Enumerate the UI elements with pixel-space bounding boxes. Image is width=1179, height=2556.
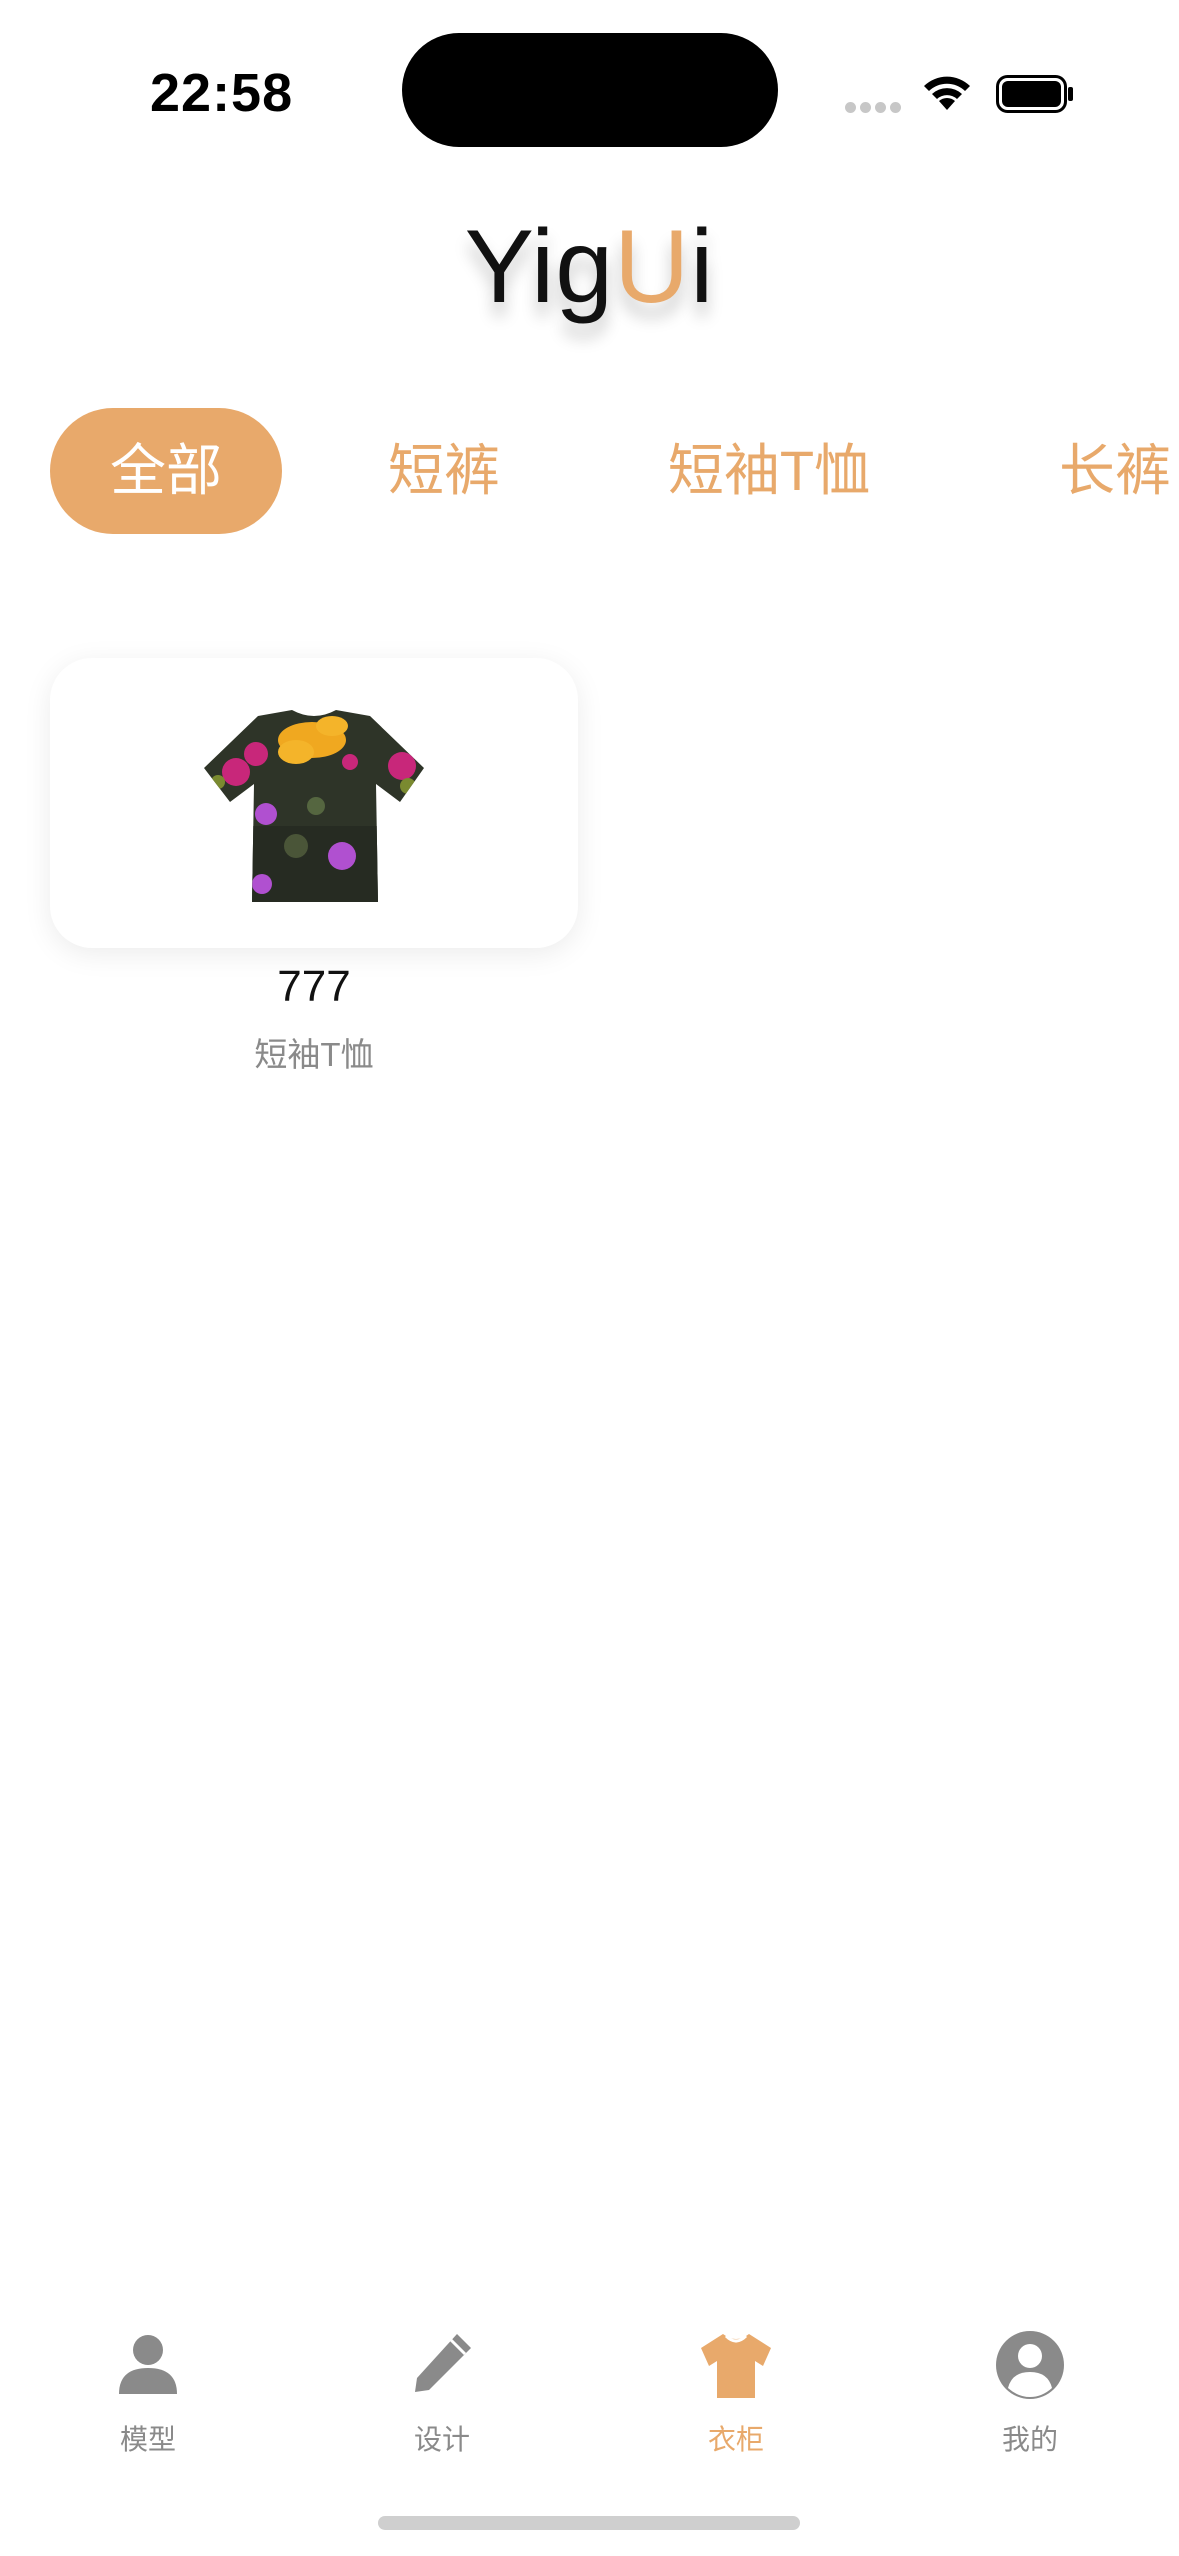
tab-wardrobe[interactable]: 衣柜 <box>636 2310 836 2480</box>
tab-design-label: 设计 <box>413 2424 470 2455</box>
wifi-icon <box>924 76 970 110</box>
profile-circle-icon <box>996 2331 1064 2399</box>
bottom-tab-bar: 模型 设计 衣柜 我的 <box>0 2310 1179 2480</box>
app-title: YigUi <box>0 208 1179 327</box>
category-tab-all[interactable]: 全部 <box>50 408 282 534</box>
tab-wardrobe-label: 衣柜 <box>707 2424 764 2455</box>
category-tab-trousers[interactable]: 长裤 <box>1020 408 1179 534</box>
tab-mine-label: 我的 <box>1001 2424 1058 2455</box>
status-bar: 22:58 <box>0 0 1179 150</box>
app-title-suffix: i <box>690 209 715 325</box>
tab-design[interactable]: 设计 <box>342 2310 542 2480</box>
status-time: 22:58 <box>150 63 294 123</box>
home-indicator[interactable] <box>378 2516 800 2530</box>
battery-icon <box>996 75 1073 113</box>
category-tab-short-sleeve-tshirt[interactable]: 短袖T恤 <box>642 408 896 534</box>
category-filter-bar: 全部 短裤 短袖T恤 长裤 <box>0 408 1179 534</box>
cellular-signal-icon <box>845 102 901 114</box>
wardrobe-item-category: 短袖T恤 <box>254 1036 374 1073</box>
wardrobe-item-name: 777 <box>277 962 351 1011</box>
category-tab-shorts[interactable]: 短裤 <box>352 408 536 534</box>
floral-tshirt-image <box>204 710 424 902</box>
tshirt-icon <box>701 2334 771 2398</box>
wardrobe-item-card[interactable] <box>50 658 578 948</box>
tab-model-label: 模型 <box>119 2424 176 2455</box>
pencil-icon <box>415 2334 471 2392</box>
app-title-accent: U <box>614 209 691 325</box>
app-title-prefix: Yig <box>464 209 615 325</box>
person-icon <box>119 2335 177 2394</box>
dynamic-island <box>402 33 778 147</box>
tab-mine[interactable]: 我的 <box>930 2310 1130 2480</box>
tab-model[interactable]: 模型 <box>48 2310 248 2480</box>
